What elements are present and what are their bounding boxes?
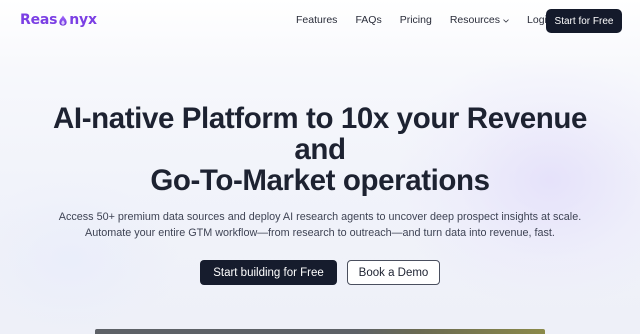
hero-subtitle-line: Automate your entire GTM workflow—from r… [85,227,555,239]
flame-drop-icon [59,14,67,26]
hero-subtitle: Access 50+ premium data sources and depl… [0,209,640,241]
product-preview-image [95,329,545,334]
hero-title-line: and [294,133,346,166]
background-glow-left [0,180,180,334]
book-demo-button[interactable]: Book a Demo [347,260,440,285]
main-nav: Features FAQs Pricing Resources Login [296,14,571,26]
brand-logo[interactable]: Reas nyx [20,12,97,28]
start-building-button[interactable]: Start building for Free [200,260,337,285]
logo-text-suffix: nyx [69,12,97,28]
nav-features[interactable]: Features [296,14,337,26]
site-header: Reas nyx Features FAQs Pricing Resources [0,0,640,42]
hero-title-line: Go-To-Market operations [150,164,490,197]
hero-title-line: AI-native Platform to 10x your Revenue [53,102,587,135]
chevron-down-icon [503,18,509,23]
nav-pricing[interactable]: Pricing [400,14,432,26]
start-for-free-button[interactable]: Start for Free [546,9,622,33]
nav-resources[interactable]: Resources [450,14,509,26]
nav-resources-label: Resources [449,14,501,26]
hero-subtitle-line: Access 50+ premium data sources and depl… [58,211,582,223]
logo-text-prefix: Reas [20,12,58,28]
nav-faqs[interactable]: FAQs [355,14,381,26]
hero-title: AI-native Platform to 10x your Revenue a… [0,103,640,196]
landing-page: Reas nyx Features FAQs Pricing Resources [0,0,640,334]
